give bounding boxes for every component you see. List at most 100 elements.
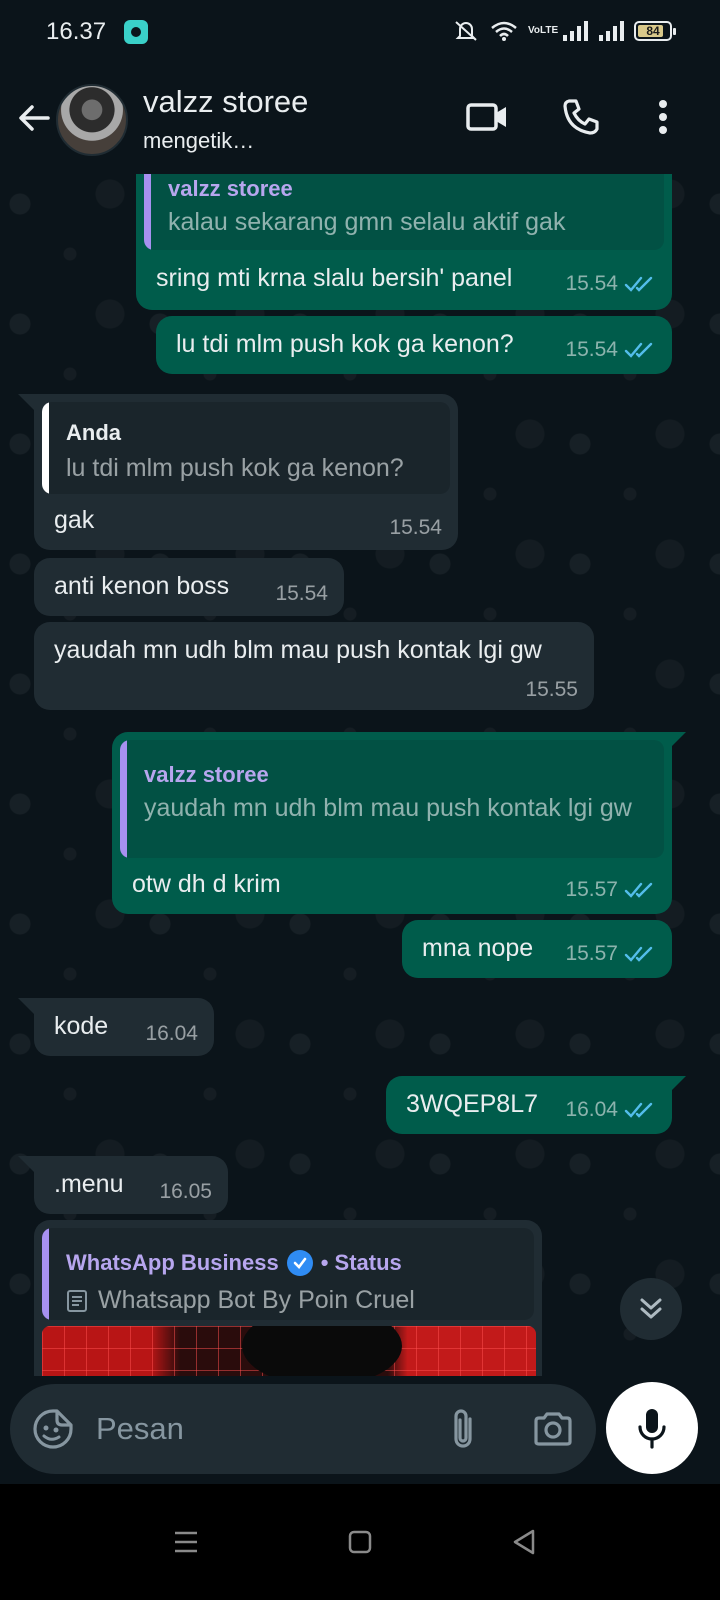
menu-lines-icon (175, 1531, 197, 1553)
read-ticks-icon (624, 1102, 653, 1118)
message-incoming[interactable]: .menu 16.05 (34, 1156, 228, 1214)
quote-bar (42, 402, 49, 494)
message-meta: 16.04 (565, 1098, 658, 1122)
message-text: sring mti krna slalu bersih' panel (156, 264, 513, 292)
voice-call-icon (563, 99, 599, 135)
back-nav-button[interactable] (502, 1520, 546, 1564)
camera-icon (534, 1412, 572, 1446)
input-bar (0, 1376, 720, 1484)
quote-bar (144, 174, 151, 250)
message-meta: 15.57 (565, 942, 658, 966)
quote-author: valzz storee (168, 176, 293, 201)
message-outgoing[interactable]: mna nope 15.57 (402, 920, 672, 978)
back-triangle-icon (513, 1529, 535, 1555)
bubble-tail (18, 1156, 34, 1172)
message-time: 16.04 (145, 1022, 198, 1045)
message-meta: 15.55 (525, 678, 578, 702)
quote-text: kalau sekarang gmn selalu aktif gak (168, 208, 566, 236)
message-time: 16.04 (565, 1098, 618, 1121)
bubble-tail (670, 732, 686, 748)
status-icons: VoLTE 84 (452, 16, 676, 46)
message-incoming[interactable]: kode 16.04 (34, 998, 214, 1056)
quoted-message[interactable]: valzz storee kalau sekarang gmn selalu a… (144, 174, 664, 250)
volte-label: VoLTE (528, 25, 559, 36)
status-thumbnail-image[interactable] (42, 1326, 536, 1376)
status-time: 16.37 (46, 18, 107, 45)
message-input[interactable] (96, 1404, 426, 1454)
message-time: 15.54 (565, 272, 618, 295)
sticker-button[interactable] (28, 1404, 78, 1454)
message-time: 15.57 (565, 878, 618, 901)
message-meta: 15.54 (565, 338, 658, 362)
attach-button[interactable] (438, 1404, 488, 1454)
message-time: 15.57 (565, 942, 618, 965)
voice-call-button[interactable] (556, 92, 606, 142)
status-author: WhatsApp Business (66, 1250, 279, 1275)
message-incoming[interactable]: Anda lu tdi mlm push kok ga kenon? gak 1… (34, 394, 458, 550)
attach-icon (454, 1409, 472, 1448)
message-time: 15.54 (389, 516, 442, 539)
home-square-icon (348, 1530, 372, 1554)
sticker-icon (33, 1409, 73, 1449)
message-outgoing[interactable]: valzz storee yaudah mn udh blm mau push … (112, 732, 672, 914)
back-button[interactable] (14, 98, 54, 138)
battery-percent: 84 (646, 24, 660, 38)
message-outgoing[interactable]: valzz storee kalau sekarang gmn selalu a… (136, 174, 672, 310)
message-text: anti kenon boss (54, 572, 230, 600)
message-time: 15.55 (525, 678, 578, 701)
back-arrow-icon (19, 105, 50, 131)
document-icon (67, 1289, 87, 1312)
contact-avatar[interactable] (56, 84, 128, 156)
message-meta: 15.54 (275, 582, 328, 606)
bubble-tail (670, 1076, 686, 1092)
status-description-row: Whatsapp Bot By Poin Cruel (66, 1286, 415, 1315)
recent-apps-button[interactable] (164, 1520, 208, 1564)
status-text: Whatsapp Bot By Poin Cruel (98, 1286, 415, 1314)
status-author-row: WhatsApp Business • Status (66, 1250, 402, 1276)
camera-button[interactable] (528, 1404, 578, 1454)
message-text: yaudah mn udh blm mau push kontak lgi gw (54, 636, 542, 664)
message-meta: 15.57 (565, 878, 658, 902)
scroll-to-bottom-button[interactable] (620, 1278, 682, 1340)
message-incoming[interactable]: anti kenon boss 15.54 (34, 558, 344, 616)
read-ticks-icon (624, 946, 653, 962)
message-meta: 16.04 (145, 1022, 198, 1046)
mute-bell-icon (455, 21, 477, 41)
more-options-icon (659, 100, 667, 134)
message-outgoing[interactable]: 3WQEP8L7 16.04 (386, 1076, 672, 1134)
voice-record-button[interactable] (606, 1382, 698, 1474)
read-ticks-icon (624, 882, 653, 898)
message-outgoing[interactable]: lu tdi mlm push kok ga kenon? 15.54 (156, 316, 672, 374)
verified-badge-icon (286, 1250, 313, 1276)
message-time: 15.54 (275, 582, 328, 605)
more-options-button[interactable] (638, 92, 688, 142)
video-call-icon (466, 103, 506, 131)
message-text: gak (54, 506, 95, 534)
message-text: .menu (54, 1170, 124, 1198)
system-navigation-bar (0, 1484, 720, 1600)
quoted-message[interactable]: Anda lu tdi mlm push kok ga kenon? (42, 402, 450, 494)
message-text: mna nope (422, 934, 534, 962)
quote-bar (120, 740, 127, 858)
video-call-button[interactable] (462, 92, 512, 142)
message-meta: 15.54 (565, 272, 658, 296)
message-incoming[interactable]: yaudah mn udh blm mau push kontak lgi gw… (34, 622, 594, 710)
status-label: • Status (320, 1250, 402, 1275)
quote-text: yaudah mn udh blm mau push kontak lgi gw (144, 794, 632, 822)
bubble-tail (18, 998, 34, 1014)
wifi-icon (491, 21, 517, 41)
message-text: lu tdi mlm push kok ga kenon? (176, 330, 514, 358)
contact-name[interactable]: valzz storee (143, 84, 308, 120)
chat-area[interactable]: valzz storee kalau sekarang gmn selalu a… (0, 174, 720, 1410)
home-button[interactable] (338, 1520, 382, 1564)
bubble-tail (18, 394, 34, 410)
message-text: 3WQEP8L7 (406, 1090, 539, 1118)
quote-author: Anda (66, 420, 121, 445)
quoted-message[interactable]: valzz storee yaudah mn udh blm mau push … (120, 740, 664, 858)
double-chevron-down-icon (640, 1298, 662, 1319)
signal-1-icon (563, 21, 588, 41)
status-reply-card[interactable]: WhatsApp Business • Status Whatsapp Bot … (42, 1228, 534, 1320)
chat-header: valzz storee mengetik… (0, 64, 720, 174)
message-composer (10, 1384, 596, 1474)
battery-icon: 84 (634, 21, 676, 41)
